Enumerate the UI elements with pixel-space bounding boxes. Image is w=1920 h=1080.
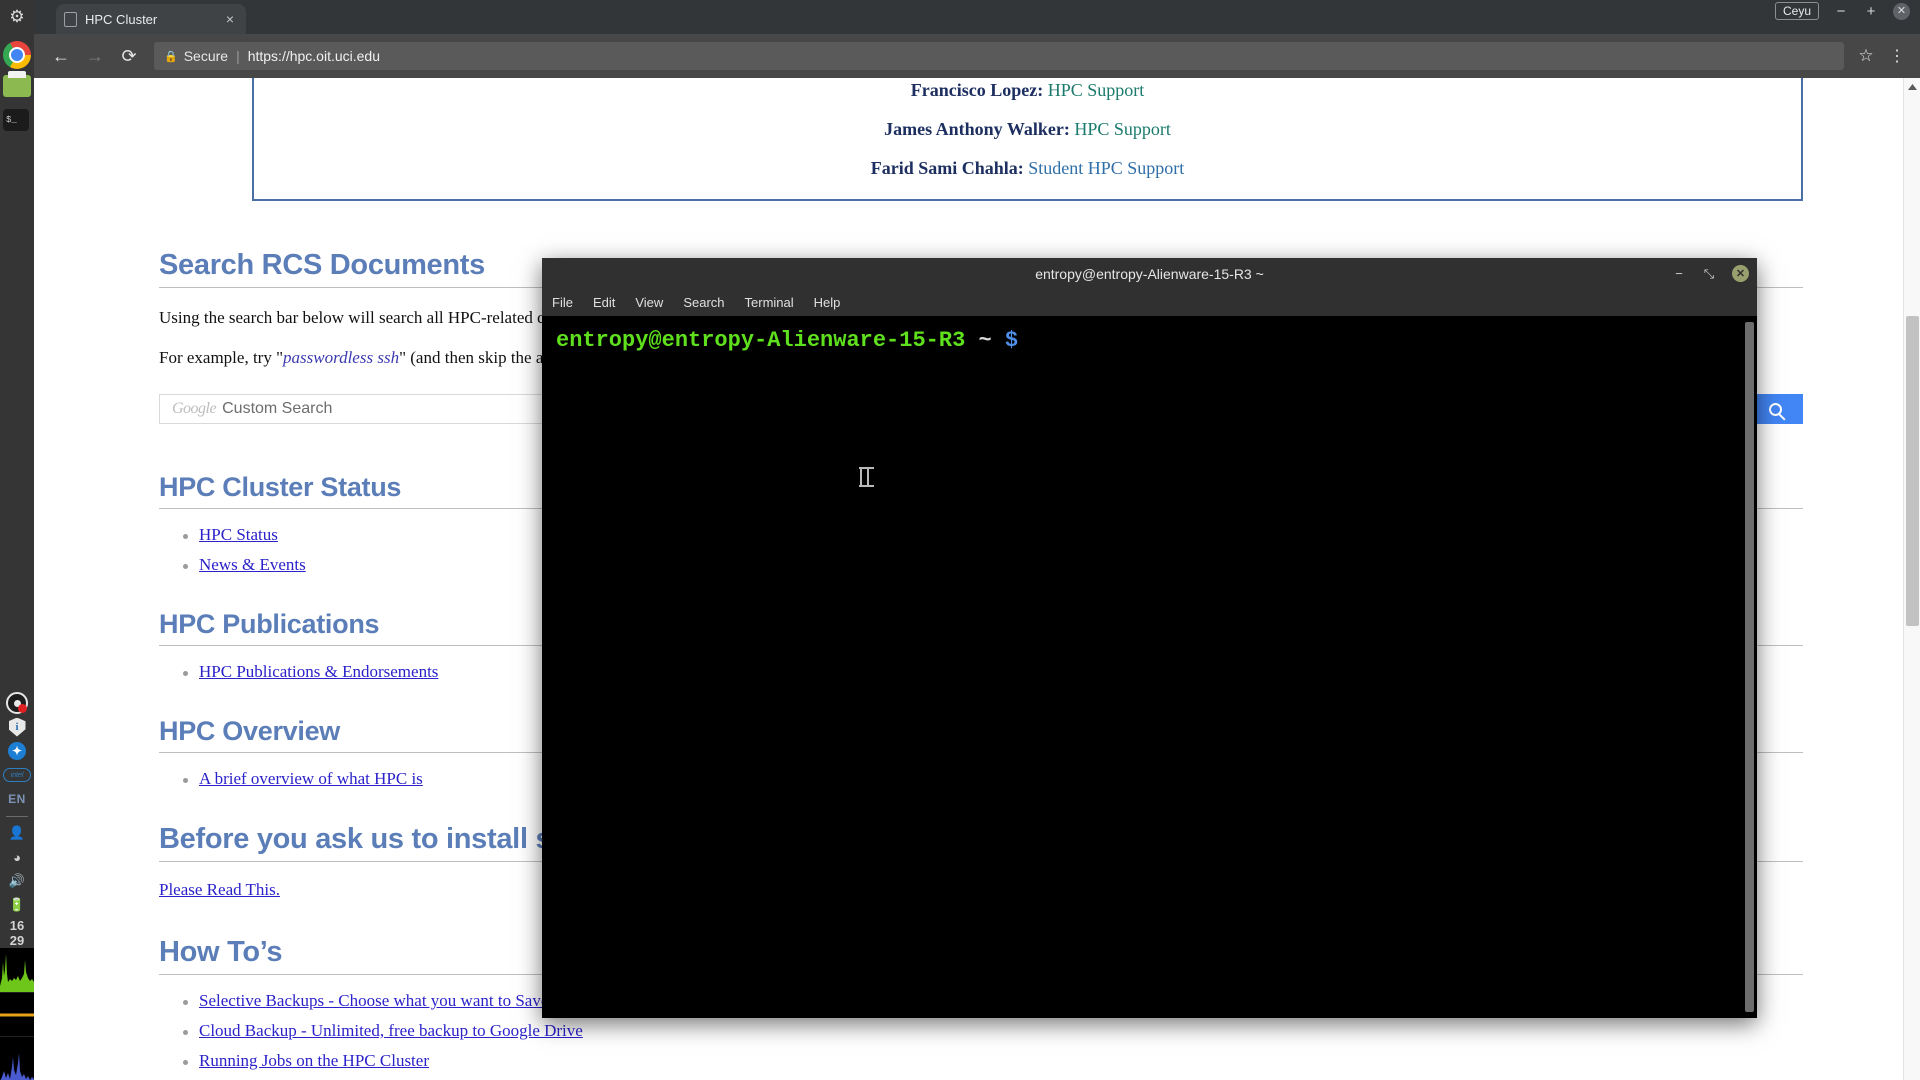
volume-icon[interactable]: 🔊 — [3, 870, 31, 892]
lock-icon: 🔒 — [164, 50, 178, 63]
tab-strip: HPC Cluster × Ceyu − + ✕ — [34, 0, 1920, 34]
example-prefix: For example, try " — [159, 348, 283, 367]
page-link[interactable]: Selective Backups - Choose what you want… — [199, 991, 548, 1010]
page-link[interactable]: HPC Publications & Endorsements — [199, 662, 438, 681]
contact-row: Farid Sami Chahla: Student HPC Support — [254, 158, 1801, 179]
terminal-title: entropy@entropy-Alienware-15-R3 ~ — [1035, 266, 1264, 282]
dock-item-files[interactable] — [3, 75, 31, 103]
forward-button[interactable]: → — [78, 39, 112, 73]
url-text: https://hpc.oit.uci.edu — [248, 48, 380, 64]
user-account-icon[interactable]: 👤 — [3, 822, 31, 844]
obs-recording-icon[interactable] — [3, 692, 31, 714]
dock-item-terminal[interactable]: $_ — [3, 109, 31, 137]
search-icon — [1769, 403, 1782, 416]
terminal-scrollbar[interactable] — [1745, 322, 1754, 1012]
menu-item-search[interactable]: Search — [683, 295, 724, 310]
cpu-graph-widget — [0, 948, 34, 992]
bluetooth-icon[interactable]: ✦ — [3, 740, 31, 762]
terminal-icon: $_ — [3, 109, 29, 131]
menu-item-file[interactable]: File — [552, 295, 573, 310]
folder-icon — [3, 75, 31, 97]
page-link[interactable]: Running Jobs on the HPC Cluster — [199, 1051, 429, 1070]
search-placeholder: Custom Search — [222, 400, 332, 418]
page-link[interactable]: Cloud Backup - Unlimited, free backup to… — [199, 1021, 583, 1040]
prompt-path: ~ — [965, 328, 1005, 353]
text-cursor-icon — [860, 468, 869, 486]
terminal-window-controls: − ⤡ ✕ — [1672, 258, 1749, 289]
maximize-button[interactable]: + — [1863, 4, 1879, 19]
back-button[interactable]: ← — [44, 39, 78, 73]
terminal-menu-bar: File Edit View Search Terminal Help — [542, 289, 1757, 316]
system-tray: i ✦ intel EN 👤 ◕ 🔊 🔋 16 29 — [0, 692, 34, 1080]
intel-icon[interactable]: intel — [3, 764, 31, 786]
menu-item-help[interactable]: Help — [814, 295, 841, 310]
contact-name: Francisco Lopez: — [911, 80, 1043, 100]
terminal-output-area[interactable]: entropy@entropy-Alienware-15-R3 ~ $ — [542, 316, 1757, 1018]
window-controls: Ceyu − + ✕ — [1775, 2, 1910, 20]
keyboard-layout-indicator[interactable]: EN — [3, 788, 31, 810]
gear-icon[interactable]: ⚙ — [4, 5, 30, 27]
browser-tab-hpc-cluster[interactable]: HPC Cluster × — [56, 4, 246, 34]
menu-item-terminal[interactable]: Terminal — [745, 295, 794, 310]
prompt-user-host: entropy@entropy-Alienware-15-R3 — [556, 328, 965, 353]
shield-icon[interactable]: i — [3, 716, 31, 738]
toolbar-actions: ☆ ⋮ — [1852, 46, 1910, 66]
terminal-window: entropy@entropy-Alienware-15-R3 ~ − ⤡ ✕ … — [542, 258, 1757, 1018]
please-read-this-link[interactable]: Please Read This. — [159, 880, 280, 899]
example-term: passwordless ssh — [283, 348, 399, 367]
terminal-title-bar[interactable]: entropy@entropy-Alienware-15-R3 ~ − ⤡ ✕ — [542, 258, 1757, 289]
contact-row: Francisco Lopez: HPC Support — [254, 78, 1801, 101]
google-logo: Google — [172, 400, 216, 418]
list-item: Running Jobs on the HPC Cluster — [199, 1051, 1803, 1071]
page-link[interactable]: A brief overview of what HPC is — [199, 769, 423, 788]
scrollbar-thumb[interactable] — [1906, 316, 1919, 626]
menu-item-view[interactable]: View — [635, 295, 663, 310]
menu-kebab-icon[interactable]: ⋮ — [1884, 46, 1910, 66]
page-link[interactable]: News & Events — [199, 555, 306, 574]
reload-button[interactable]: ⟳ — [112, 39, 146, 73]
chrome-icon — [3, 41, 31, 69]
clock-hours[interactable]: 16 — [10, 918, 24, 933]
contact-name: James Anthony Walker: — [884, 119, 1070, 139]
contact-name: Farid Sami Chahla: — [871, 158, 1024, 178]
dock-item-chrome[interactable] — [3, 41, 31, 69]
page-link[interactable]: HPC Status — [199, 525, 278, 544]
terminal-minimize-button[interactable]: − — [1672, 266, 1686, 281]
left-dock: ⚙ $_ i ✦ intel EN 👤 ◕ — [0, 0, 34, 1080]
contact-role: HPC Support — [1048, 80, 1145, 100]
desktop: ⚙ $_ i ✦ intel EN 👤 ◕ — [0, 0, 1920, 1080]
prompt-symbol: $ — [1005, 328, 1018, 353]
close-icon[interactable]: × — [222, 11, 238, 27]
clock-minutes[interactable]: 29 — [10, 933, 24, 948]
list-item: Cloud Backup - Unlimited, free backup to… — [199, 1021, 1803, 1041]
contact-box: Francisco Lopez: HPC Support James Antho… — [252, 78, 1803, 201]
memory-graph-widget — [0, 1036, 34, 1080]
menu-item-edit[interactable]: Edit — [593, 295, 615, 310]
contact-row: James Anthony Walker: HPC Support — [254, 119, 1801, 140]
wifi-icon[interactable]: ◕ — [3, 846, 31, 868]
security-label: Secure — [184, 48, 228, 64]
contact-role: HPC Support — [1074, 119, 1171, 139]
tray-divider — [6, 816, 28, 817]
close-window-button[interactable]: ✕ — [1893, 3, 1910, 20]
terminal-prompt-line: entropy@entropy-Alienware-15-R3 ~ $ — [556, 328, 1743, 353]
network-graph-widget — [0, 992, 34, 1036]
page-icon — [64, 12, 77, 27]
battery-icon[interactable]: 🔋 — [3, 894, 31, 916]
bookmark-star-icon[interactable]: ☆ — [1852, 46, 1880, 66]
tab-title: HPC Cluster — [85, 12, 222, 27]
user-badge[interactable]: Ceyu — [1775, 2, 1819, 20]
browser-toolbar: ← → ⟳ 🔒 Secure | https://hpc.oit.uci.edu… — [34, 34, 1920, 78]
address-bar[interactable]: 🔒 Secure | https://hpc.oit.uci.edu — [154, 42, 1844, 70]
terminal-maximize-button[interactable]: ⤡ — [1702, 266, 1716, 282]
scroll-up-arrow-icon[interactable] — [1907, 83, 1918, 91]
page-scrollbar[interactable] — [1903, 78, 1920, 1080]
contact-role: Student HPC Support — [1028, 158, 1184, 178]
terminal-close-button[interactable]: ✕ — [1732, 265, 1749, 282]
omnibox-divider: | — [236, 48, 240, 64]
minimize-button[interactable]: − — [1833, 4, 1849, 19]
